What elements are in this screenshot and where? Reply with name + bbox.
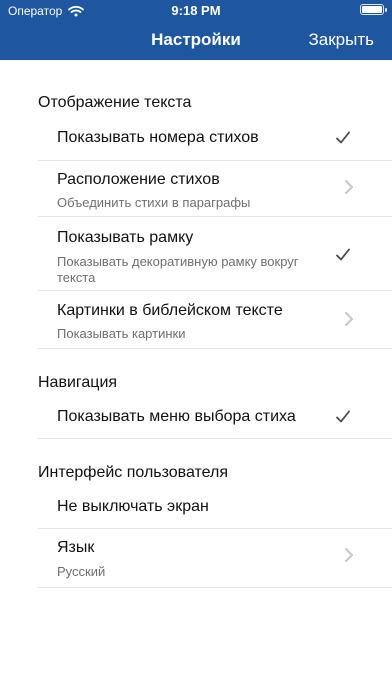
battery-icon xyxy=(360,4,387,15)
row-subtitle: Показывать декоративную рамку вокруг тек… xyxy=(57,254,299,285)
chevron-right-icon xyxy=(345,180,353,194)
row-keep-screen-on[interactable]: Не выключать экран xyxy=(38,488,392,528)
row-title: Показывать рамку xyxy=(57,229,194,246)
chevron-right-icon xyxy=(345,548,353,562)
divider xyxy=(38,438,392,439)
section-header-text-display: Отображение текста xyxy=(38,94,192,111)
checkmark-icon xyxy=(336,248,350,261)
checkmark-icon xyxy=(336,410,350,423)
row-title: Язык xyxy=(57,539,95,556)
row-language[interactable]: Язык Русский xyxy=(38,529,392,587)
chevron-right-icon xyxy=(345,312,353,326)
row-subtitle: Русский xyxy=(57,564,106,579)
checkmark-icon xyxy=(336,131,350,144)
row-title: Не выключать экран xyxy=(57,498,209,515)
close-button[interactable]: Закрыть xyxy=(309,30,374,50)
divider xyxy=(38,348,392,349)
row-subtitle: Показывать картинки xyxy=(57,326,186,341)
row-verse-layout[interactable]: Расположение стихов Объединить стихи в п… xyxy=(38,161,392,216)
row-pictures[interactable]: Картинки в библейском тексте Показывать … xyxy=(38,291,392,347)
divider xyxy=(38,587,392,588)
row-title: Картинки в библейском тексте xyxy=(57,302,283,319)
row-title: Показывать номера стихов xyxy=(57,129,259,146)
row-title: Показывать меню выбора стиха xyxy=(57,408,296,425)
row-title: Расположение стихов xyxy=(57,171,220,188)
settings-content: Отображение текста Показывать номера сти… xyxy=(0,60,392,696)
status-bar: Оператор 9:18 PM xyxy=(0,0,392,20)
section-header-navigation: Навигация xyxy=(38,374,118,391)
top-bar: Оператор 9:18 PM Настройки Закрыть xyxy=(0,0,392,60)
section-header-user-interface: Интерфейс пользователя xyxy=(38,464,229,481)
row-subtitle: Объединить стихи в параграфы xyxy=(57,195,251,210)
status-time: 9:18 PM xyxy=(171,3,221,18)
navigation-bar: Настройки Закрыть xyxy=(0,20,392,60)
